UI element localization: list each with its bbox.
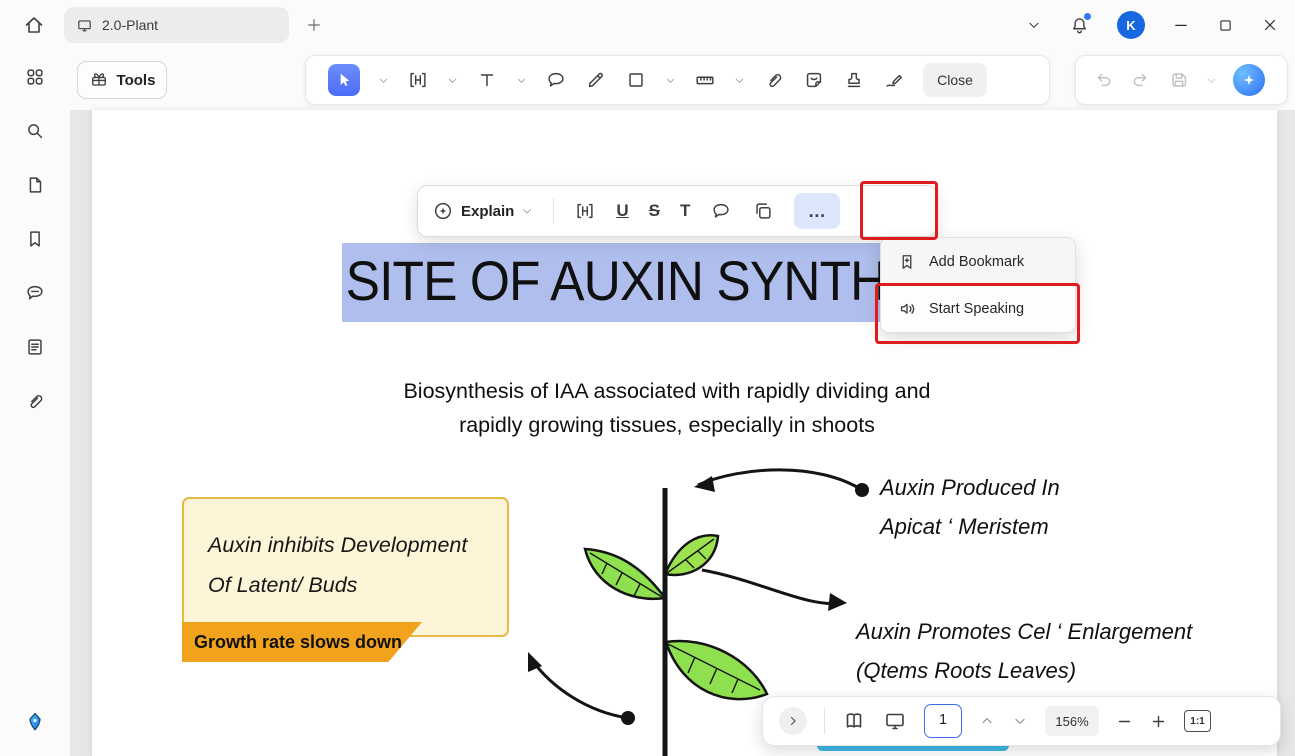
previous-page-icon[interactable] (979, 713, 995, 729)
text-box-chevron-icon[interactable] (447, 75, 458, 86)
text-tool-chevron-icon[interactable] (516, 75, 527, 86)
tools-button[interactable]: Tools (77, 61, 167, 99)
notification-dot (1084, 12, 1091, 20)
subtitle-line-2: rapidly growing tissues, especially in s… (459, 413, 875, 437)
text-tool-icon[interactable] (476, 69, 498, 91)
explain-label: Explain (461, 202, 515, 220)
explain-button[interactable]: Explain (432, 200, 533, 222)
save-chevron-icon[interactable] (1206, 75, 1217, 86)
add-bookmark-icon (897, 252, 917, 272)
text-box-tool-icon[interactable] (407, 69, 429, 91)
note-bottom-line-2: (Qtems Roots Leaves) (856, 658, 1077, 683)
strikethrough-icon[interactable]: S (649, 201, 660, 221)
red-highlight-more-button (860, 181, 938, 240)
select-tool-chevron-icon[interactable] (378, 75, 389, 86)
note-top-line-2: Apicat ‘ Meristem (880, 514, 1049, 539)
callout-line-1: Auxin inhibits Development (208, 533, 468, 557)
attachment-tool-icon[interactable] (763, 69, 785, 91)
pen-tool-icon[interactable] (585, 69, 607, 91)
ai-sparkle-icon (432, 200, 454, 222)
next-page-icon[interactable] (1012, 713, 1028, 729)
comment-tool-icon[interactable] (545, 69, 567, 91)
close-window-icon[interactable] (1261, 16, 1279, 34)
add-bookmark-label: Add Bookmark (929, 253, 1025, 270)
zoom-level[interactable]: 156% (1045, 706, 1099, 736)
pen-nib-icon[interactable] (23, 710, 47, 734)
copy-icon[interactable] (752, 200, 774, 222)
bookmarks-icon[interactable] (24, 228, 46, 250)
thumbnails-icon[interactable] (24, 174, 46, 196)
save-icon[interactable] (1168, 69, 1190, 91)
home-icon[interactable] (22, 13, 46, 37)
main-toolbar: Tools Close (70, 50, 1295, 110)
maximize-icon[interactable] (1217, 17, 1234, 34)
select-tool-button[interactable] (328, 64, 360, 96)
tool-panel: Close (305, 55, 1050, 105)
orange-tag: Growth rate slows down (182, 622, 422, 662)
red-highlight-start-speaking (875, 283, 1080, 344)
divider (824, 708, 825, 734)
note-auxin-promotes: Auxin Promotes Cel ‘ Enlargement (Qtems … (856, 612, 1192, 690)
annotations-icon[interactable] (24, 282, 46, 304)
yellow-callout-box: Auxin inhibits Development Of Latent/ Bu… (182, 497, 509, 637)
title-bar: 2.0-Plant K (0, 0, 1295, 50)
note-auxin-produced: Auxin Produced In Apicat ‘ Meristem (880, 468, 1060, 546)
presentation-mode-icon[interactable] (883, 709, 907, 733)
attachments-panel-icon[interactable] (24, 390, 46, 412)
note-bottom-line-1: Auxin Promotes Cel ‘ Enlargement (856, 619, 1193, 644)
zoom-in-icon[interactable] (1150, 713, 1167, 730)
apps-grid-icon[interactable] (24, 66, 46, 88)
more-options-button[interactable]: … (794, 193, 841, 229)
pages-icon[interactable] (24, 336, 46, 358)
search-icon[interactable] (24, 120, 46, 142)
close-editing-button[interactable]: Close (923, 63, 987, 97)
history-save-panel (1075, 55, 1288, 105)
redo-icon[interactable] (1130, 69, 1152, 91)
user-avatar[interactable]: K (1117, 11, 1145, 39)
left-sidebar (0, 50, 70, 756)
page-number-input[interactable]: 1 (924, 704, 962, 738)
pdf-editor-window: 2.0-Plant K Tools Close SITE OF AUXIN SY… (0, 0, 1295, 756)
callout-line-2: Of Latent/ Buds (208, 573, 358, 597)
note-top-line-1: Auxin Produced In (880, 475, 1060, 500)
page-layout-icon[interactable] (842, 709, 866, 733)
zoom-out-icon[interactable] (1116, 713, 1133, 730)
page-control-bar: 1 156% 1:1 (762, 696, 1281, 746)
selected-heading[interactable]: SITE OF AUXIN SYNTH (342, 243, 896, 322)
text-box-icon[interactable] (574, 200, 596, 222)
expand-controls-button[interactable] (779, 707, 807, 735)
monitor-icon (76, 17, 93, 34)
chevron-down-icon[interactable] (1026, 17, 1042, 33)
undo-icon[interactable] (1092, 69, 1114, 91)
comment-icon[interactable] (710, 200, 732, 222)
text-style-icon[interactable]: T (680, 201, 690, 221)
menu-item-add-bookmark[interactable]: Add Bookmark (881, 238, 1075, 285)
shape-tool-icon[interactable] (625, 69, 647, 91)
actual-size-button[interactable]: 1:1 (1184, 710, 1211, 732)
measure-tool-chevron-icon[interactable] (734, 75, 745, 86)
document-tab[interactable]: 2.0-Plant (64, 7, 289, 43)
explain-chevron-icon[interactable] (521, 205, 533, 217)
notifications-bell-icon[interactable] (1069, 12, 1091, 36)
underline-icon[interactable]: U (616, 201, 628, 221)
new-tab-icon[interactable] (305, 16, 323, 34)
measure-tool-icon[interactable] (694, 69, 716, 91)
tab-title: 2.0-Plant (102, 17, 159, 33)
divider (553, 198, 555, 224)
stamp-tool-icon[interactable] (843, 69, 865, 91)
ai-assistant-icon[interactable] (1233, 64, 1265, 96)
signature-tool-icon[interactable] (883, 69, 905, 91)
sticker-tool-icon[interactable] (803, 69, 825, 91)
subtitle-line-1: Biosynthesis of IAA associated with rapi… (403, 379, 931, 403)
subtitle-text: Biosynthesis of IAA associated with rapi… (272, 374, 1062, 442)
text-selection-highlight: SITE OF AUXIN SYNTH (342, 243, 896, 322)
shape-tool-chevron-icon[interactable] (665, 75, 676, 86)
tools-icon (89, 70, 109, 90)
minimize-icon[interactable] (1172, 16, 1190, 34)
tools-label: Tools (116, 71, 156, 89)
selection-toolbar: Explain U S T … (417, 185, 937, 237)
